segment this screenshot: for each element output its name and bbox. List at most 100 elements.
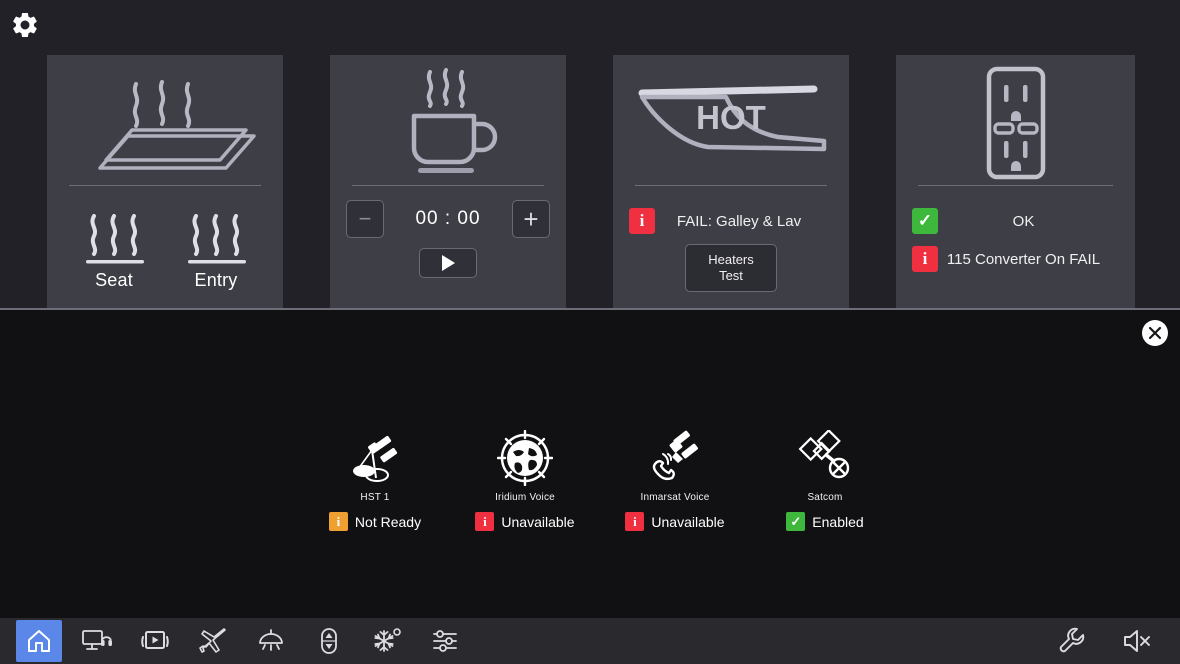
satcom-item-satcom[interactable]: Satcom ✓ Enabled bbox=[750, 428, 900, 531]
taskbar-item-crew-call[interactable] bbox=[74, 620, 120, 662]
card-body: ✓ OK i 115 Converter On FAIL bbox=[896, 186, 1135, 272]
heat-waves-icon bbox=[86, 214, 144, 264]
heated-surface-icon bbox=[98, 80, 256, 170]
taskbar-item-adjustments[interactable] bbox=[422, 620, 468, 662]
play-button-wrap bbox=[330, 238, 566, 278]
flight-icon bbox=[199, 628, 226, 653]
power-outlet-icon bbox=[986, 66, 1045, 180]
sat-icon-area bbox=[797, 428, 853, 486]
status-badge: i bbox=[328, 512, 348, 531]
taskbar-item-maintenance[interactable] bbox=[1048, 620, 1094, 662]
sat-icon-area bbox=[347, 428, 403, 486]
globe-icon bbox=[497, 430, 553, 486]
heat-waves-icon bbox=[188, 214, 246, 264]
taskbar-item-flight-info[interactable] bbox=[190, 620, 236, 662]
satellite-phone-icon bbox=[652, 430, 698, 481]
status-text: Unavailable bbox=[651, 513, 725, 530]
status-text: OK bbox=[1012, 212, 1035, 230]
heater-control-seat[interactable]: Seat bbox=[66, 210, 162, 291]
gear-icon bbox=[13, 12, 37, 38]
satcom-status: i Unavailable bbox=[475, 512, 575, 531]
card-coffee-maker[interactable]: − 00 : 00 + bbox=[330, 55, 566, 308]
lighting-icon bbox=[259, 629, 283, 651]
heaters-test-line1: Heaters bbox=[708, 251, 754, 267]
heater-control-entry[interactable]: Entry bbox=[168, 210, 264, 291]
cabin-crew-icon bbox=[82, 630, 112, 650]
coffee-timer-controls: − 00 : 00 + bbox=[330, 186, 566, 238]
seat-entry-controls: Seat Entry bbox=[63, 196, 267, 291]
satcom-name: HST 1 bbox=[360, 492, 390, 503]
status-badge: i bbox=[629, 208, 655, 234]
taskbar-item-home[interactable] bbox=[16, 620, 62, 662]
satellite-off-icon bbox=[798, 430, 850, 479]
card-icon-area bbox=[330, 55, 566, 185]
coffee-cup-icon bbox=[411, 68, 498, 173]
timer-play-button[interactable] bbox=[419, 248, 477, 278]
satcom-status: i Unavailable bbox=[625, 512, 725, 531]
status-badge: i bbox=[475, 512, 495, 531]
status-text: Enabled bbox=[812, 513, 864, 530]
sat-icon-area bbox=[497, 428, 553, 486]
outlet-status-row: i 115 Converter On FAIL bbox=[912, 234, 1119, 272]
taskbar-item-media[interactable] bbox=[132, 620, 178, 662]
top-region: Seat Entry − 00: 00 + HOT i FAIL: Galle… bbox=[0, 0, 1180, 308]
heaters-test-wrap: Heaters Test bbox=[629, 234, 833, 292]
heaters-test-button[interactable]: Heaters Test bbox=[685, 244, 777, 292]
taskbar-item-climate[interactable] bbox=[364, 620, 410, 662]
card-icon-area bbox=[896, 55, 1135, 185]
home-icon bbox=[28, 630, 50, 652]
taskbar bbox=[0, 618, 1180, 664]
heaters-test-line2: Test bbox=[719, 268, 743, 283]
card-icon-area: HOT bbox=[613, 55, 849, 185]
sat-icon-area bbox=[647, 428, 703, 486]
media-icon bbox=[141, 631, 169, 649]
satcom-name: Satcom bbox=[807, 492, 843, 503]
taskbar-right-group bbox=[1048, 620, 1180, 662]
status-badge: i bbox=[625, 512, 645, 531]
close-panel-button[interactable] bbox=[1142, 320, 1168, 346]
play-icon bbox=[441, 255, 455, 271]
satcom-status: i Not Ready bbox=[328, 512, 422, 531]
heater-control-label: Seat bbox=[95, 270, 133, 290]
app-root: Seat Entry − 00: 00 + HOT i FAIL: Galle… bbox=[0, 0, 1180, 664]
satcom-status: ✓ Enabled bbox=[786, 512, 864, 531]
card-icon-area bbox=[47, 55, 283, 185]
hot-status-row: i FAIL: Galley & Lav bbox=[629, 196, 833, 234]
taskbar-item-seat-position[interactable] bbox=[306, 620, 352, 662]
timer-value: 00 : 00 bbox=[415, 208, 481, 229]
card-hot-heaters[interactable]: HOT i FAIL: Galley & Lav Heaters Test bbox=[613, 55, 849, 308]
satcom-item-inmarsat-voice[interactable]: Inmarsat Voice i Unavailable bbox=[600, 428, 750, 531]
satcom-item-iridium-voice[interactable]: Iridium Voice i Unavailable bbox=[450, 428, 600, 531]
hot-wing-icon: HOT bbox=[638, 85, 827, 152]
satcom-item-hst1[interactable]: HST 1 i Not Ready bbox=[300, 428, 450, 531]
status-text: Unavailable bbox=[501, 513, 575, 530]
taskbar-item-lighting[interactable] bbox=[248, 620, 294, 662]
status-text: Not Ready bbox=[354, 513, 422, 530]
heater-control-label: Entry bbox=[194, 270, 238, 290]
cards-row: Seat Entry − 00: 00 + HOT i FAIL: Galle… bbox=[0, 55, 1180, 308]
status-badge: ✓ bbox=[786, 512, 806, 531]
hot-label: HOT bbox=[696, 99, 766, 136]
card-galley-heater[interactable]: Seat Entry bbox=[47, 55, 283, 308]
settings-gear-button[interactable] bbox=[8, 8, 42, 42]
settings-sliders-icon bbox=[433, 630, 457, 652]
card-body: Seat Entry bbox=[47, 186, 283, 291]
status-text: 115 Converter On FAIL bbox=[946, 250, 1101, 268]
taskbar-item-mute[interactable] bbox=[1114, 620, 1160, 662]
timer-decrement-button[interactable]: − bbox=[346, 200, 384, 238]
climate-icon bbox=[374, 628, 401, 652]
status-text: FAIL: Galley & Lav bbox=[676, 212, 802, 230]
satellite-dish-icon bbox=[353, 435, 398, 482]
card-body: i FAIL: Galley & Lav Heaters Test bbox=[613, 186, 849, 292]
lower-panel: HST 1 i Not Ready Iridium Voice i Unavai… bbox=[0, 310, 1180, 618]
outlet-status-row: ✓ OK bbox=[912, 196, 1119, 234]
satcom-name: Iridium Voice bbox=[495, 492, 555, 503]
satcom-name: Inmarsat Voice bbox=[640, 492, 710, 503]
card-power-outlet[interactable]: ✓ OK i 115 Converter On FAIL bbox=[896, 55, 1135, 308]
status-badge: ✓ bbox=[912, 208, 938, 234]
timer-increment-button[interactable]: + bbox=[511, 200, 550, 238]
status-badge: i bbox=[912, 246, 938, 272]
speaker-mute-icon bbox=[1124, 630, 1150, 652]
wrench-icon bbox=[1059, 627, 1085, 653]
satcom-status-row: HST 1 i Not Ready Iridium Voice i Unavai… bbox=[300, 428, 900, 531]
